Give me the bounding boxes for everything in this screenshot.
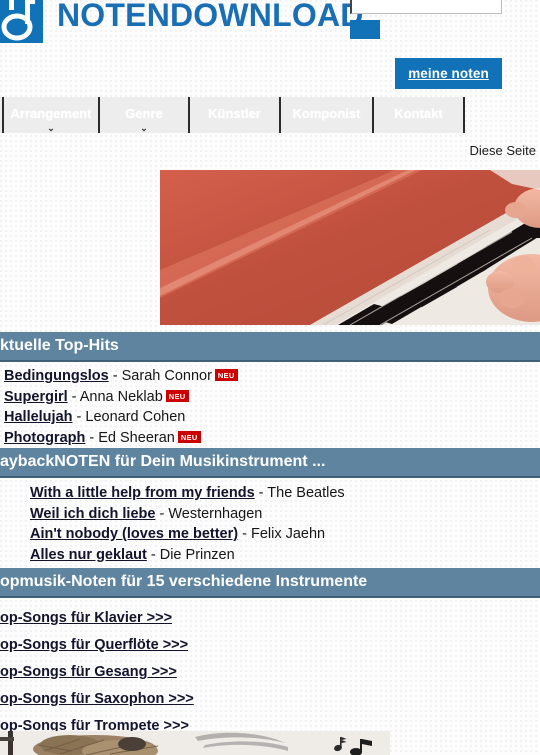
page-root: NOTENDOWNLOAD meine noten trumente ⌄ Arr…	[0, 0, 540, 755]
nav-item-kontakt[interactable]: Kontakt	[374, 97, 465, 133]
nav-item-label: Genre	[125, 106, 163, 121]
list-item[interactable]: Hallelujah - Leonard Cohen	[4, 407, 540, 428]
song-artist: Felix Jaehn	[250, 526, 326, 542]
nav-item-arrangement[interactable]: Arrangement ⌄	[4, 97, 100, 133]
search-button[interactable]	[350, 20, 380, 39]
song-separator: -	[155, 505, 169, 522]
nav-item-komponist[interactable]: Komponist	[281, 97, 374, 133]
song-separator: -	[108, 368, 122, 384]
song-artist: Westernhagen	[168, 505, 263, 522]
nav-item-label: Künstler	[208, 106, 261, 121]
song-artist: Sarah Connor	[121, 368, 212, 384]
song-title-link[interactable]: Weil ich dich liebe	[30, 506, 155, 522]
instrument-link-klavier[interactable]: op-Songs für Klavier >>>	[0, 608, 540, 629]
diese-seite-label: Diese Seite	[469, 143, 536, 158]
section-heading-popmusik-noten: opmusik-Noten für 15 verschiedene Instru…	[0, 568, 540, 598]
song-title-link[interactable]: Alles nur geklaut	[30, 547, 147, 563]
song-title-link[interactable]: Bedingungslos	[4, 368, 109, 384]
song-artist: Leonard Cohen	[85, 409, 186, 425]
song-separator: -	[238, 526, 251, 542]
song-artist: Anna Neklab	[79, 388, 163, 405]
hero-piano-image	[160, 170, 540, 325]
song-artist: Ed Sheeran	[98, 429, 175, 446]
instrument-link-gesang[interactable]: op-Songs für Gesang >>>	[0, 662, 540, 683]
chevron-down-icon: ⌄	[140, 123, 148, 133]
list-item[interactable]: Weil ich dich liebe - Westernhagen	[30, 504, 540, 525]
chevron-down-icon: ⌄	[47, 123, 55, 133]
nav-item-label: Kontakt	[394, 106, 443, 121]
main-navigation: trumente ⌄ Arrangement ⌄ Genre ⌄ Künstle…	[0, 97, 540, 133]
song-separator: -	[72, 409, 86, 425]
song-separator: -	[254, 485, 268, 501]
instrument-link-querfloete[interactable]: op-Songs für Querflöte >>>	[0, 635, 540, 656]
song-title-link[interactable]: With a little help from my friends	[30, 485, 255, 501]
section-heading-playback-noten: aybackNOTEN für Dein Musikinstrument ...	[0, 448, 540, 478]
list-item[interactable]: Photograph - Ed Sheeran NEU	[4, 428, 540, 449]
status-badge: NEU	[165, 389, 189, 402]
search-input[interactable]	[350, 0, 502, 14]
nav-item-kuenstler[interactable]: Künstler	[190, 97, 281, 133]
section-heading-top-hits: ktuelle Top-Hits	[0, 332, 540, 362]
status-badge: NEU	[177, 430, 201, 443]
song-artist: Die Prinzen	[159, 546, 235, 563]
song-separator: -	[85, 429, 99, 446]
bottom-nest-notes-image	[0, 731, 390, 755]
song-title-link[interactable]: Hallelujah	[4, 409, 73, 425]
song-title-link[interactable]: Photograph	[4, 430, 85, 446]
page-title: NOTENDOWNLOAD	[57, 0, 364, 33]
status-badge: NEU	[214, 369, 238, 381]
list-item[interactable]: Ain't nobody (loves me better) - Felix J…	[30, 524, 540, 545]
list-item[interactable]: With a little help from my friends - The…	[30, 483, 540, 504]
song-separator: -	[146, 546, 160, 563]
song-separator: -	[67, 388, 80, 405]
nav-item-label: Arrangement	[10, 106, 92, 121]
notendownload-d-note-logo[interactable]	[0, 0, 43, 43]
nav-item-genre[interactable]: Genre ⌄	[100, 97, 190, 133]
song-artist: The Beatles	[267, 485, 345, 501]
nav-item-label: Komponist	[292, 106, 361, 121]
song-title-link[interactable]: Ain't nobody (loves me better)	[30, 526, 238, 542]
song-title-link[interactable]: Supergirl	[4, 389, 68, 405]
list-item[interactable]: Bedingungslos - Sarah Connor NEU	[4, 366, 540, 387]
list-item[interactable]: Alles nur geklaut - Die Prinzen	[30, 545, 540, 566]
meine-noten-button[interactable]: meine noten	[395, 58, 502, 89]
instrument-link-saxophon[interactable]: op-Songs für Saxophon >>>	[0, 689, 540, 710]
site-header: NOTENDOWNLOAD meine noten	[0, 0, 540, 96]
list-item[interactable]: Supergirl - Anna Neklab NEU	[4, 387, 540, 408]
